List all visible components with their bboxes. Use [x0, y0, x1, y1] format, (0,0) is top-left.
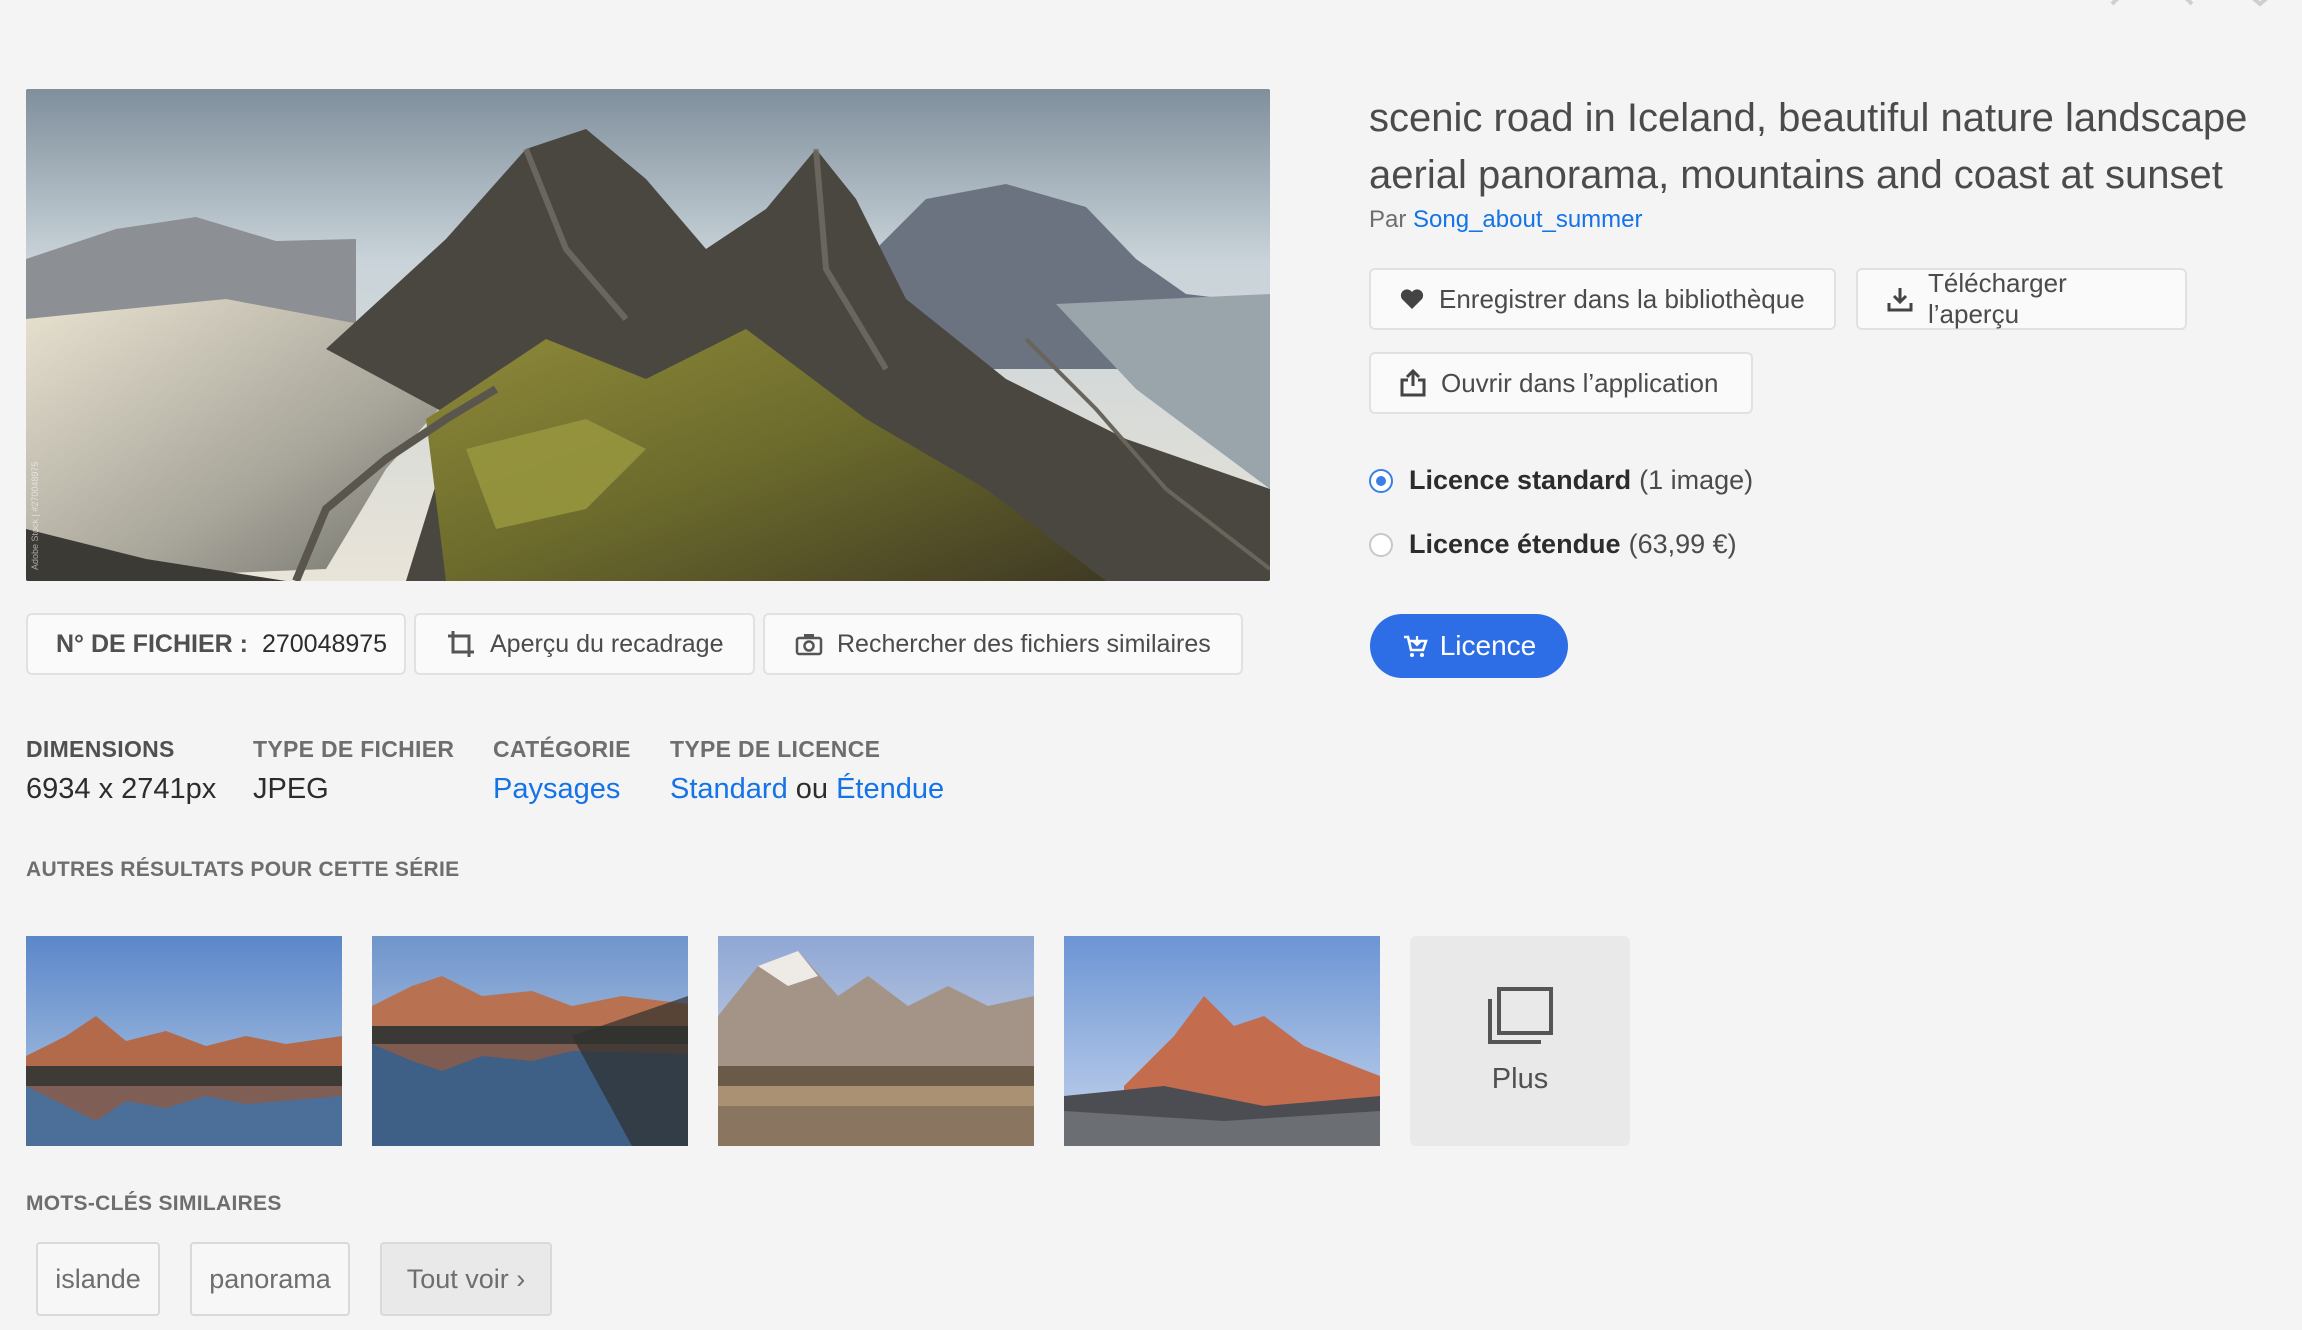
main-preview-image[interactable]: [26, 89, 1270, 581]
see-all-keywords-button[interactable]: Tout voir ›: [380, 1242, 552, 1316]
filetype-label: TYPE DE FICHIER: [253, 736, 455, 762]
dimensions-label: DIMENSIONS: [26, 736, 175, 762]
more-series-button[interactable]: Plus: [1410, 936, 1630, 1146]
close-button[interactable]: [2242, 0, 2278, 30]
file-number-box: N° DE FICHIER : 270048975: [26, 613, 406, 675]
dimensions-value: 6934 x 2741px: [26, 773, 217, 805]
asset-title: scenic road in Iceland, beautiful nature…: [1369, 96, 2248, 197]
keywords-heading: MOTS-CLÉS SIMILAIRES: [26, 1192, 282, 1215]
series-thumbnail[interactable]: [372, 936, 688, 1146]
more-series-label: Plus: [1491, 1062, 1549, 1095]
open-in-app-label: Ouvrir dans l’application: [1441, 367, 1719, 398]
next-arrow-button[interactable]: [2172, 0, 2202, 30]
image-watermark: Adobe Stock | #270048975: [30, 461, 40, 570]
license-type-label: TYPE DE LICENCE: [670, 736, 881, 762]
license-extended-detail: (63,99 €): [1628, 529, 1737, 559]
crop-preview-button[interactable]: Aperçu du recadrage: [414, 613, 755, 675]
radio-unselected[interactable]: [1369, 532, 1393, 557]
license-type-standard-link[interactable]: Standard: [670, 773, 788, 805]
chevron-right-icon: [2185, 0, 2194, 6]
camera-icon: [795, 632, 823, 656]
file-number-value: 270048975: [261, 629, 388, 658]
license-option-extended[interactable]: Licence étendue (63,99 €): [1369, 529, 1737, 560]
series-heading: AUTRES RÉSULTATS POUR CETTE SÉRIE: [26, 858, 460, 881]
license-type-extended-link[interactable]: Étendue: [836, 773, 944, 805]
byline: Par Song_about_summer: [1369, 206, 1643, 234]
category-label: CATÉGORIE: [493, 736, 631, 762]
category-link[interactable]: Paysages: [493, 773, 620, 806]
download-preview-button[interactable]: Télécharger l’aperçu: [1856, 268, 2187, 330]
open-in-app-button[interactable]: Ouvrir dans l’application: [1369, 352, 1753, 414]
license-type-or: ou: [795, 773, 829, 805]
find-similar-label: Rechercher des fichiers similaires: [837, 629, 1211, 658]
stack-icon: [1488, 986, 1553, 1044]
license-standard-detail: (1 image): [1639, 465, 1754, 495]
licence-button-label: Licence: [1439, 630, 1537, 661]
series-thumbnail[interactable]: [1064, 936, 1380, 1146]
licence-button[interactable]: Licence: [1370, 614, 1568, 678]
keyword-tag[interactable]: islande: [36, 1242, 160, 1316]
close-icon: [2252, 0, 2268, 7]
file-number-label: N° DE FICHIER :: [56, 629, 248, 658]
crop-icon: [446, 629, 476, 659]
download-icon: [1886, 285, 1914, 313]
radio-selected[interactable]: [1369, 468, 1393, 493]
cart-icon: [1402, 633, 1428, 659]
find-similar-button[interactable]: Rechercher des fichiers similaires: [763, 613, 1243, 675]
author-link[interactable]: Song_about_summer: [1413, 206, 1642, 233]
save-to-library-label: Enregistrer dans la bibliothèque: [1439, 283, 1805, 314]
license-option-standard[interactable]: Licence standard (1 image): [1369, 465, 1753, 496]
prev-arrow-button[interactable]: [2102, 0, 2132, 30]
heart-icon: [1399, 287, 1425, 311]
download-preview-label: Télécharger l’aperçu: [1928, 268, 2067, 329]
keyword-tag[interactable]: panorama: [190, 1242, 350, 1316]
share-icon: [1399, 368, 1427, 398]
filetype-value: JPEG: [253, 773, 329, 805]
crop-preview-label: Aperçu du recadrage: [490, 629, 724, 658]
license-standard-name: Licence standard: [1409, 465, 1632, 495]
series-thumbnail[interactable]: [718, 936, 1034, 1146]
save-to-library-button[interactable]: Enregistrer dans la bibliothèque: [1369, 268, 1836, 330]
license-extended-name: Licence étendue: [1409, 529, 1621, 559]
chevron-left-icon: [2110, 0, 2119, 6]
license-type-value: Standard ou Étendue: [670, 773, 944, 806]
series-thumbnail[interactable]: [26, 936, 342, 1146]
byline-prefix: Par: [1369, 206, 1407, 233]
